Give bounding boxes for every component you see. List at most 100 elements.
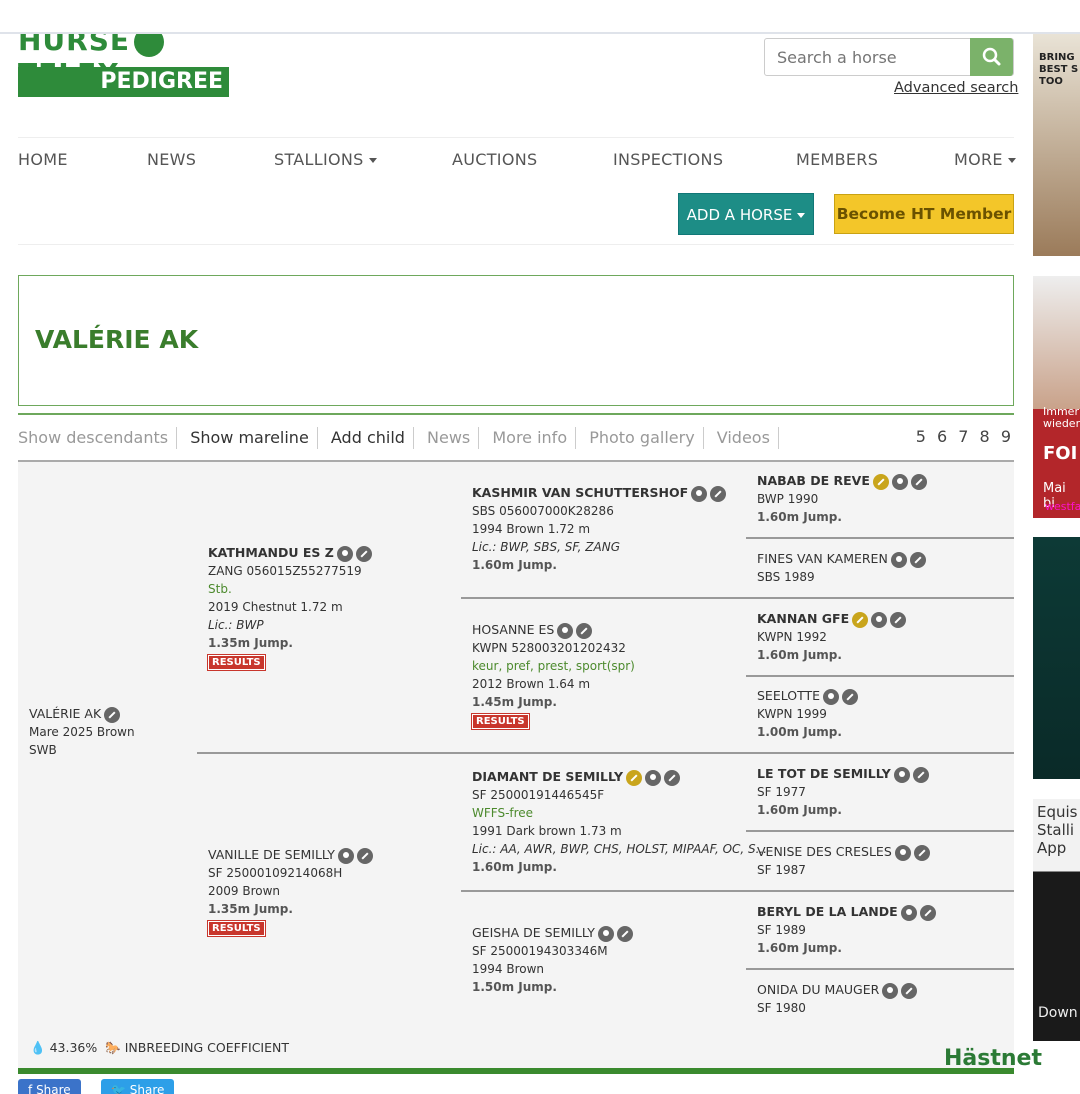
sire-jump: 1.35m Jump. <box>208 636 293 650</box>
chevron-down-icon <box>797 213 806 218</box>
edit-icon[interactable] <box>355 545 372 562</box>
ss-name[interactable]: KASHMIR VAN SCHUTTERSHOF <box>472 485 688 500</box>
facebook-share-label: Share <box>36 1083 71 1094</box>
edit-icon[interactable] <box>890 611 907 628</box>
pedigree-tree-icon[interactable] <box>891 473 908 490</box>
tab-videos[interactable]: Videos <box>717 428 770 447</box>
tab-show-descendants[interactable]: Show descendants <box>18 428 168 447</box>
dsd-reg: SF 1987 <box>757 863 806 877</box>
tab-photo-gallery[interactable]: Photo gallery <box>589 428 694 447</box>
sire-name[interactable]: KATHMANDU ES Z <box>208 545 334 560</box>
dds-name[interactable]: BERYL DE LA LANDE <box>757 904 898 919</box>
sss-name[interactable]: NABAB DE REVE <box>757 473 870 488</box>
pedigree-sss: NABAB DE REVE BWP 1990 1.60m Jump. <box>757 472 927 526</box>
stallion-badge-icon[interactable] <box>852 611 869 628</box>
horse-title-box: VALÉRIE AK <box>18 275 1014 406</box>
edit-icon[interactable] <box>913 844 930 861</box>
pedigree-tree-icon[interactable] <box>900 904 917 921</box>
edit-icon[interactable] <box>901 982 918 999</box>
nav-inspections[interactable]: INSPECTIONS <box>613 150 723 169</box>
horse-icon: 🐎 <box>105 1040 121 1055</box>
edit-icon[interactable] <box>616 925 633 942</box>
results-badge[interactable]: RESULTS <box>471 713 530 730</box>
pedigree-tree-icon[interactable] <box>871 611 888 628</box>
nav-more[interactable]: MORE <box>954 150 1016 169</box>
pedigree-tree-icon[interactable] <box>894 844 911 861</box>
edit-icon[interactable] <box>909 551 926 568</box>
sds-name[interactable]: KANNAN GFE <box>757 611 849 626</box>
tab-more-info[interactable]: More info <box>492 428 567 447</box>
edit-icon[interactable] <box>842 688 859 705</box>
tab-add-child[interactable]: Add child <box>331 428 405 447</box>
dds-reg: SF 1989 <box>757 923 806 937</box>
pedigree-tree-icon[interactable] <box>890 551 907 568</box>
dam-info: 2009 Brown <box>208 884 281 898</box>
edit-icon[interactable] <box>356 847 373 864</box>
drop-icon: 💧 <box>30 1040 46 1055</box>
dd-name[interactable]: GEISHA DE SEMILLY <box>472 925 595 940</box>
generation-selector[interactable]: 5 6 7 8 9 <box>916 427 1014 446</box>
pedigree-bottom-bar <box>18 1068 1014 1074</box>
edit-icon[interactable] <box>910 473 927 490</box>
edit-icon[interactable] <box>104 706 121 723</box>
sdd-reg: KWPN 1999 <box>757 707 827 721</box>
sds-jump: 1.60m Jump. <box>757 648 842 662</box>
ds-wffs: WFFS-free <box>472 806 534 820</box>
search-input[interactable] <box>765 39 971 75</box>
ss-jump: 1.60m Jump. <box>472 558 557 572</box>
results-badge[interactable]: RESULTS <box>207 920 266 937</box>
hastnet-watermark: Hästnet <box>944 1046 1042 1071</box>
nav-stallions[interactable]: STALLIONS <box>274 150 377 169</box>
sdd-name[interactable]: SEELOTTE <box>757 688 820 703</box>
sidebar-ad-3[interactable] <box>1033 537 1080 779</box>
pedigree-ssd: FINES VAN KAMEREN SBS 1989 <box>757 550 926 586</box>
sidebar-ad-1[interactable]: BRING BEST S TOO <box>1033 34 1080 256</box>
sidebar-ad-4[interactable]: Equis Stalli App Down <box>1033 799 1080 1041</box>
horse-telex-logo[interactable]: HURSETELEX PEDIGREE <box>18 34 229 97</box>
subject-name[interactable]: VALÉRIE AK <box>29 706 101 721</box>
stallion-badge-icon[interactable] <box>626 769 643 786</box>
pedigree-tree-icon[interactable] <box>691 485 708 502</box>
row-divider <box>746 537 1014 539</box>
edit-icon[interactable] <box>919 904 936 921</box>
ddd-name[interactable]: ONIDA DU MAUGER <box>757 982 879 997</box>
results-badge[interactable]: RESULTS <box>207 654 266 671</box>
tab-news[interactable]: News <box>427 428 470 447</box>
pedigree-tree-icon[interactable] <box>336 545 353 562</box>
pedigree-tree-icon[interactable] <box>893 766 910 783</box>
pedigree-tree-icon[interactable] <box>337 847 354 864</box>
nav-members[interactable]: MEMBERS <box>796 150 878 169</box>
advanced-search-link[interactable]: Advanced search <box>894 80 1018 96</box>
pedigree-tree-icon[interactable] <box>645 769 662 786</box>
add-horse-button[interactable]: ADD A HORSE <box>678 193 814 235</box>
ssd-name[interactable]: FINES VAN KAMEREN <box>757 551 888 566</box>
twitter-share-button[interactable]: 🐦 Share <box>101 1079 175 1094</box>
ss-lic: Lic.: BWP, SBS, SF, ZANG <box>472 540 621 554</box>
sdd-jump: 1.00m Jump. <box>757 725 842 739</box>
dam-name[interactable]: VANILLE DE SEMILLY <box>208 847 335 862</box>
nav-home[interactable]: HOME <box>18 150 68 169</box>
edit-icon[interactable] <box>664 769 681 786</box>
pedigree-tree-icon[interactable] <box>557 622 574 639</box>
tab-show-mareline[interactable]: Show mareline <box>190 428 309 447</box>
edit-icon[interactable] <box>912 766 929 783</box>
dsd-name[interactable]: VENISE DES CRESLES <box>757 844 892 859</box>
sidebar-ad-2[interactable]: Immer wieder FOI Mai bi westfa <box>1033 276 1080 518</box>
nav-news[interactable]: NEWS <box>147 150 196 169</box>
pedigree-tree-icon[interactable] <box>882 982 899 999</box>
search-button[interactable] <box>970 38 1013 76</box>
edit-icon[interactable] <box>710 485 727 502</box>
dss-name[interactable]: LE TOT DE SEMILLY <box>757 766 891 781</box>
nav-auctions[interactable]: AUCTIONS <box>452 150 537 169</box>
ds-name[interactable]: DIAMANT DE SEMILLY <box>472 769 623 784</box>
row-divider <box>746 675 1014 677</box>
edit-icon[interactable] <box>576 622 593 639</box>
facebook-share-button[interactable]: f Share <box>18 1079 81 1094</box>
pedigree-tree-icon[interactable] <box>823 688 840 705</box>
pedigree-tree-icon[interactable] <box>597 925 614 942</box>
stallion-badge-icon[interactable] <box>872 473 889 490</box>
twitter-share-label: Share <box>129 1083 165 1094</box>
sd-name[interactable]: HOSANNE ES <box>472 622 554 637</box>
pedigree-dds: BERYL DE LA LANDE SF 1989 1.60m Jump. <box>757 903 936 957</box>
become-member-button[interactable]: Become HT Member <box>834 194 1014 234</box>
